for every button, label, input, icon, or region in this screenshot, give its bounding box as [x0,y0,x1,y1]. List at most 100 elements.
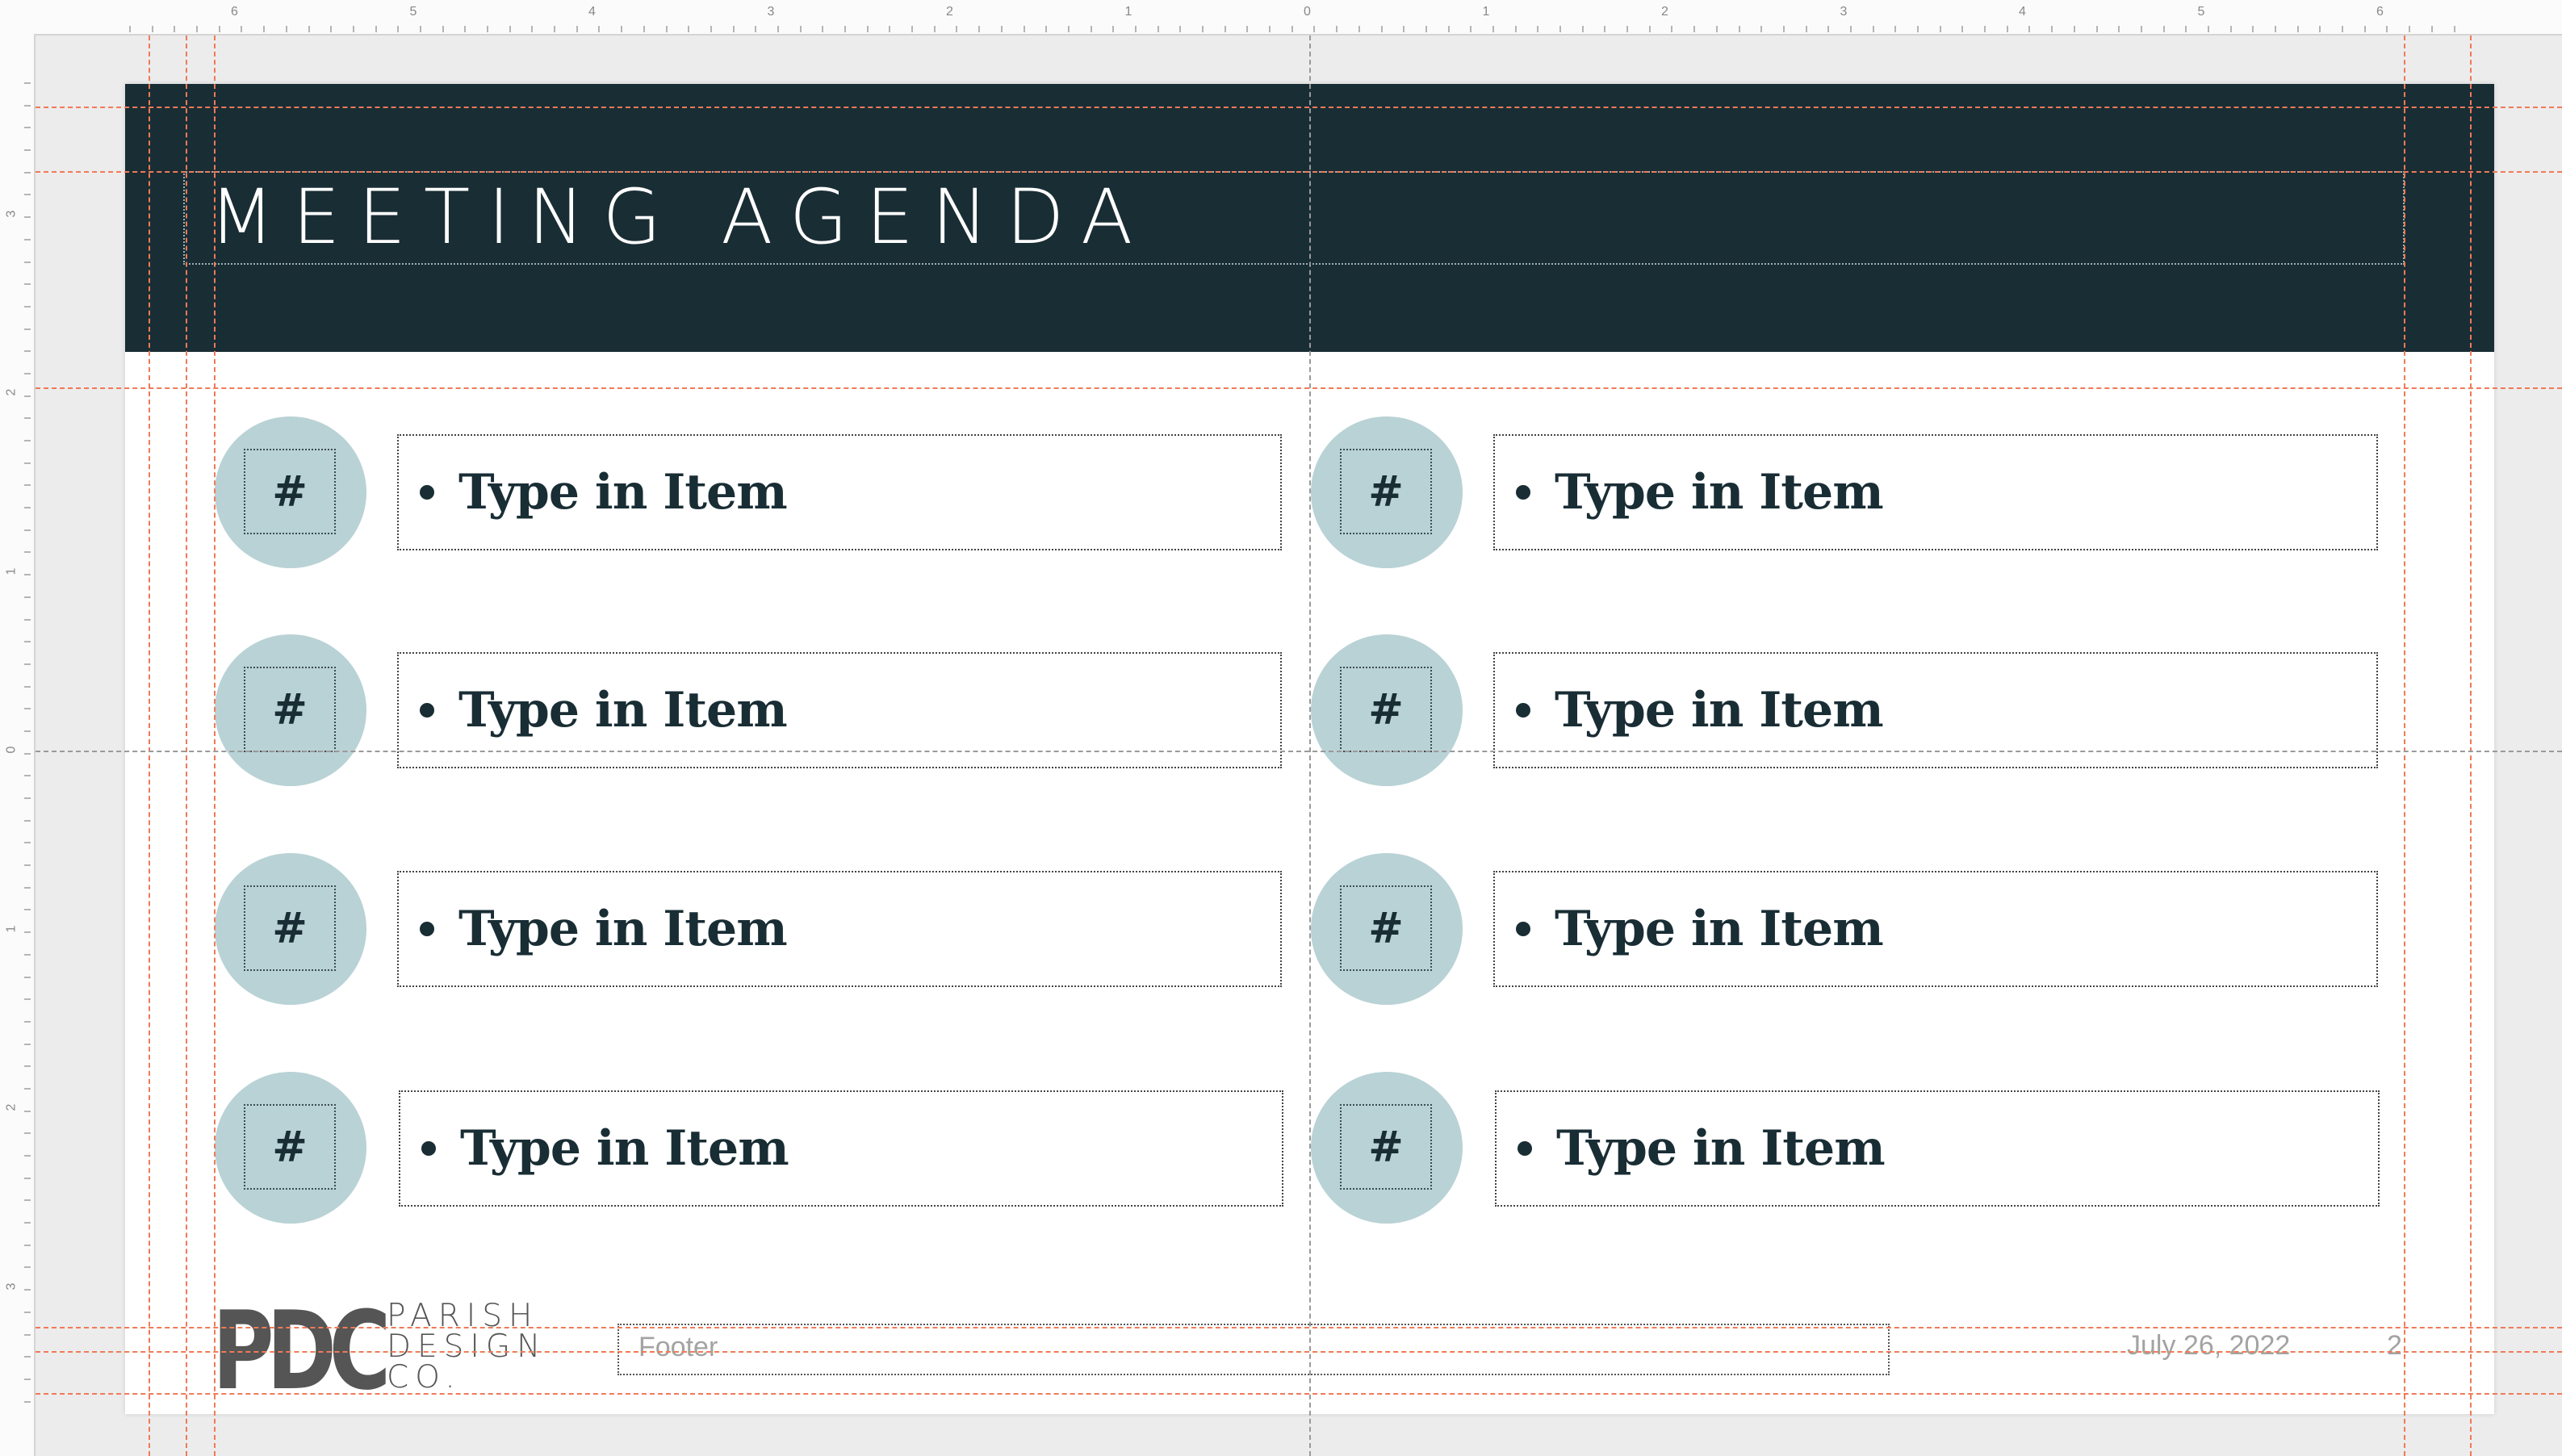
horizontal-guide[interactable] [36,1393,2562,1395]
ruler-tick [24,909,31,911]
number-circle[interactable]: # [215,634,366,786]
vertical-guide[interactable] [2470,36,2472,1456]
ruler-tick [1000,26,1003,32]
footer-placeholder[interactable]: Footer [617,1324,1890,1375]
ruler-label: 3 [4,1282,19,1290]
ruler-tick [129,26,131,32]
slide-title[interactable]: MEETING AGENDA [209,179,1150,257]
number-placeholder[interactable]: # [244,449,336,534]
vertical-ruler[interactable]: 3 2 1 0 1 2 3 [0,34,36,1456]
ruler-tick [1648,26,1651,32]
horizontal-guide[interactable] [36,1351,2562,1353]
ruler-tick [24,953,31,956]
agenda-item-box[interactable]: Type in Item [1493,871,2378,987]
agenda-item-text[interactable]: Type in Item [1556,1120,1886,1177]
ruler-tick [2363,26,2366,32]
number-circle[interactable]: # [215,416,366,568]
vertical-guide[interactable] [214,36,216,1456]
agenda-item-box[interactable]: Type in Item [397,434,1282,550]
number-circle[interactable]: # [1311,634,1463,786]
agenda-item-text[interactable]: Type in Item [458,464,788,521]
ruler-tick [24,574,31,576]
ruler-tick [24,216,31,219]
number-placeholder[interactable]: # [1340,1104,1432,1190]
ruler-tick [24,864,31,867]
ruler-tick [24,1289,31,1291]
horizontal-ruler[interactable]: 6 5 4 3 2 1 0 1 2 3 4 5 6 [0,0,2562,36]
number-circle[interactable]: # [215,1072,366,1224]
ruler-tick [844,26,846,32]
center-horizontal-guide[interactable] [36,751,2562,752]
ruler-tick [285,26,287,32]
ruler-tick [24,328,31,330]
ruler-tick [1939,26,1941,32]
ruler-tick [2162,26,2165,32]
agenda-item-text[interactable]: Type in Item [458,901,788,957]
horizontal-guide[interactable] [36,387,2562,389]
number-placeholder[interactable]: # [1340,885,1432,971]
ruler-tick [24,305,31,308]
slide-number[interactable]: 2 [2387,1330,2402,1362]
center-vertical-guide[interactable] [1309,36,1311,1456]
ruler-tick [1827,26,1830,32]
vertical-guide[interactable] [2404,36,2405,1456]
ruler-tick [1715,26,1718,32]
ruler-tick [2252,26,2254,32]
ruler-tick [2296,26,2299,32]
horizontal-guide[interactable] [36,1327,2562,1328]
ruler-tick [1246,26,1249,32]
ruler-tick [1179,26,1182,32]
ruler-tick [24,618,31,621]
ruler-tick [24,886,31,889]
horizontal-guide[interactable] [36,171,2562,173]
agenda-item-text[interactable]: Type in Item [1555,682,1884,738]
ruler-tick [24,127,31,129]
number-placeholder[interactable]: # [244,667,336,752]
ruler-tick [799,26,802,32]
ruler-tick [24,1266,31,1269]
ruler-tick [643,26,645,32]
vertical-guide[interactable] [149,36,150,1456]
ruler-tick [1559,26,1561,32]
agenda-item-box[interactable]: Type in Item [1493,434,2378,550]
ruler-tick [24,372,31,374]
ruler-tick [24,775,31,777]
agenda-item-text[interactable]: Type in Item [460,1120,789,1177]
ruler-tick [554,26,556,32]
agenda-item-box[interactable]: Type in Item [1495,1090,2380,1207]
ruler-tick [911,26,914,32]
ruler-tick [24,104,31,107]
ruler-tick [1157,26,1159,32]
number-circle[interactable]: # [1311,853,1463,1005]
ruler-tick [24,1244,31,1246]
agenda-item-text[interactable]: Type in Item [458,682,788,738]
number-placeholder[interactable]: # [1340,449,1432,534]
title-placeholder[interactable]: MEETING AGENDA [183,171,2405,265]
ruler-tick [24,1065,31,1068]
ruler-tick [24,417,31,420]
ruler-tick [1782,26,1785,32]
number-placeholder[interactable]: # [244,885,336,971]
ruler-tick [889,26,891,32]
ruler-tick [710,26,712,32]
number-placeholder[interactable]: # [244,1104,336,1190]
ruler-tick [2006,26,2008,32]
horizontal-guide[interactable] [36,107,2562,108]
agenda-item-box[interactable]: Type in Item [397,871,1282,987]
bullet-icon [1516,703,1530,718]
ruler-tick [24,976,31,978]
ruler-tick [24,685,31,688]
number-circle[interactable]: # [1311,1072,1463,1224]
vertical-guide[interactable] [186,36,187,1456]
agenda-item-text[interactable]: Type in Item [1555,901,1884,957]
logo-wordmark[interactable]: PARISH DESIGN CO. [387,1300,546,1393]
ruler-tick [732,26,735,32]
footer-date[interactable]: July 26, 2022 [2127,1330,2290,1362]
number-circle[interactable]: # [1311,416,1463,568]
agenda-item-text[interactable]: Type in Item [1555,464,1884,521]
number-circle[interactable]: # [215,853,366,1005]
ruler-label: 2 [1661,5,1668,19]
ruler-tick [1067,26,1070,32]
number-placeholder[interactable]: # [1340,667,1432,752]
agenda-item-box[interactable]: Type in Item [399,1090,1283,1207]
